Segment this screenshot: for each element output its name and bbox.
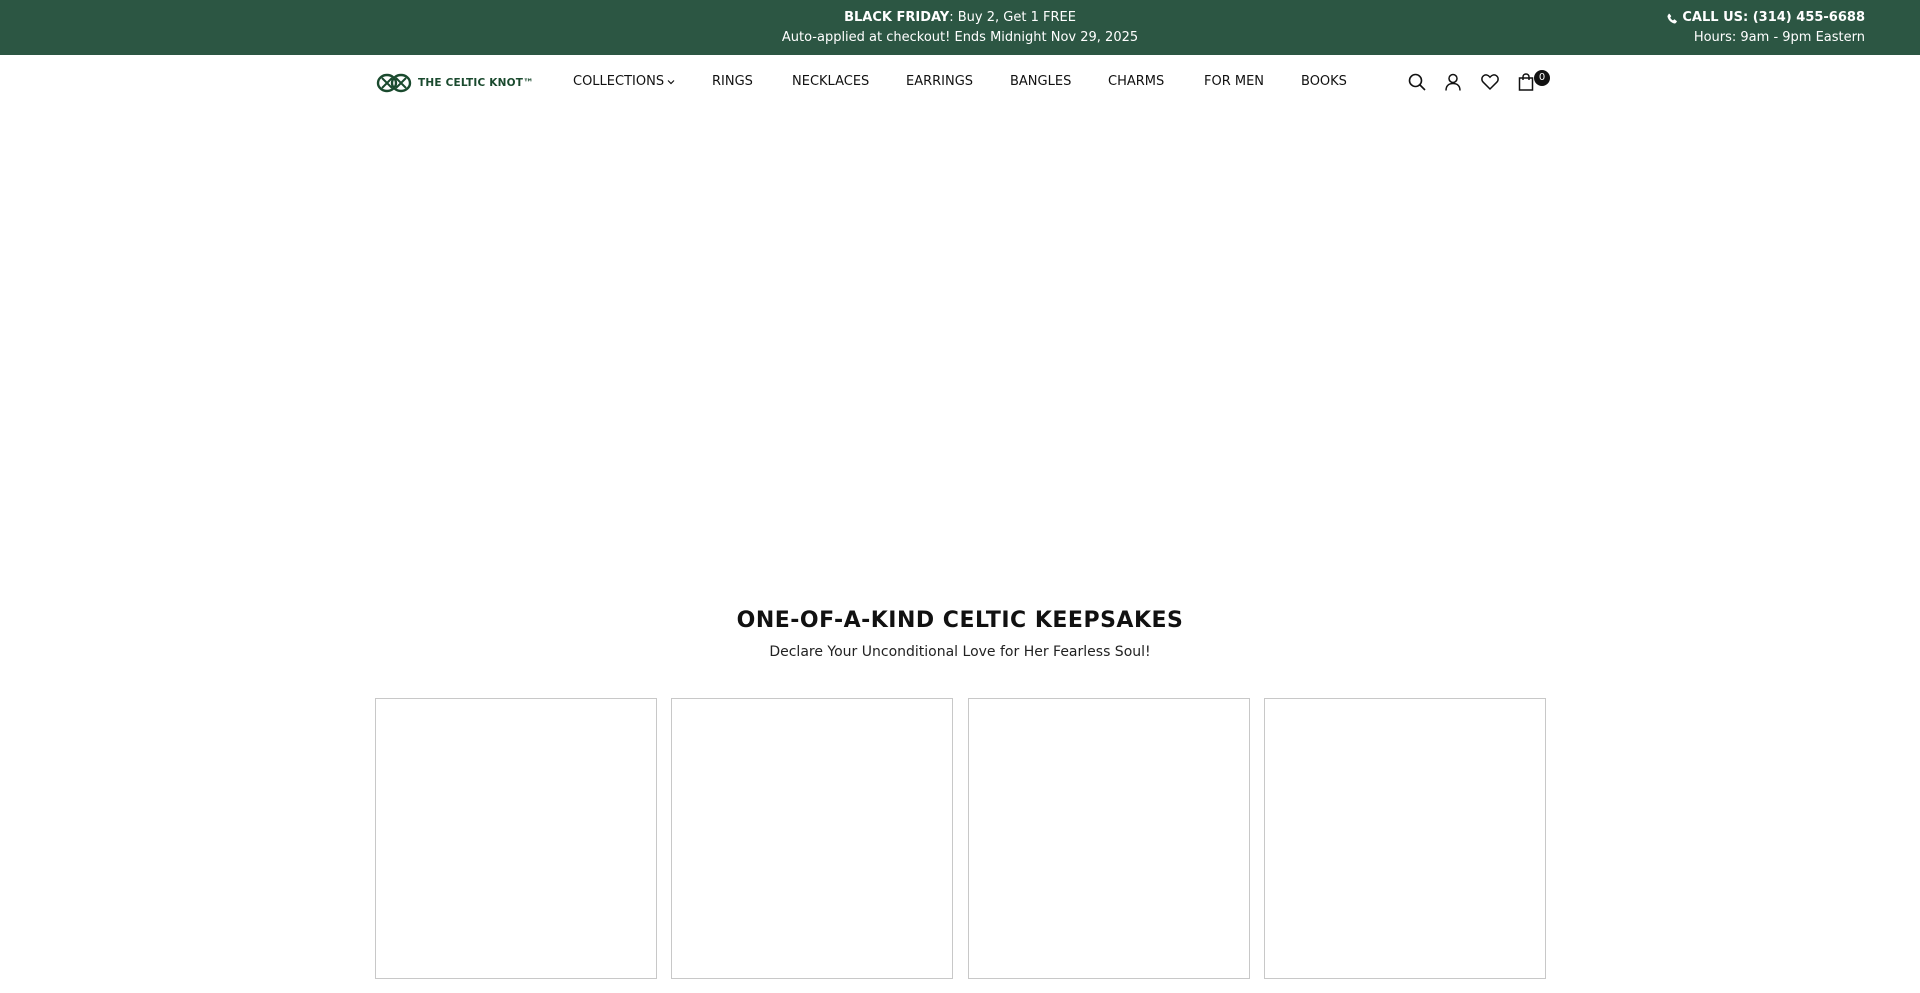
account-icon[interactable] <box>1442 71 1464 93</box>
product-card-grid <box>0 698 1920 980</box>
section-subtitle: Declare Your Unconditional Love for Her … <box>769 644 1151 660</box>
promo-text: : Buy 2, Get 1 FREE <box>949 10 1076 25</box>
call-us-link[interactable]: CALL US: (314) 455-6688 <box>1666 8 1865 28</box>
cart-count-badge: 0 <box>1534 70 1550 86</box>
site-header: THE CELTIC KNOT™ COLLECTIONS RINGS NECKL… <box>0 55 1920 110</box>
hero-banner <box>0 110 1920 580</box>
promo-line2: Auto-applied at checkout! Ends Midnight … <box>781 30 1139 45</box>
heart-icon[interactable] <box>1479 71 1501 93</box>
header-icons: 0 <box>0 70 1920 95</box>
search-icon[interactable] <box>1406 71 1428 93</box>
store-hours: Hours: 9am - 9pm Eastern <box>1693 30 1865 45</box>
section-title: ONE-OF-A-KIND CELTIC KEEPSAKES <box>736 608 1184 633</box>
phone-icon <box>1666 12 1678 24</box>
promo-message: BLACK FRIDAY: Buy 2, Get 1 FREE Auto-app… <box>0 8 1920 48</box>
promo-bold: BLACK FRIDAY <box>844 10 950 25</box>
product-card[interactable] <box>968 698 1250 979</box>
call-us-label: CALL US: (314) 455-6688 <box>1682 10 1865 25</box>
announcement-bar: BLACK FRIDAY: Buy 2, Get 1 FREE Auto-app… <box>0 0 1920 55</box>
contact-info: CALL US: (314) 455-6688 Hours: 9am - 9pm… <box>1666 8 1865 48</box>
product-card[interactable] <box>671 698 953 979</box>
product-card[interactable] <box>375 698 657 979</box>
product-card[interactable] <box>1264 698 1546 979</box>
